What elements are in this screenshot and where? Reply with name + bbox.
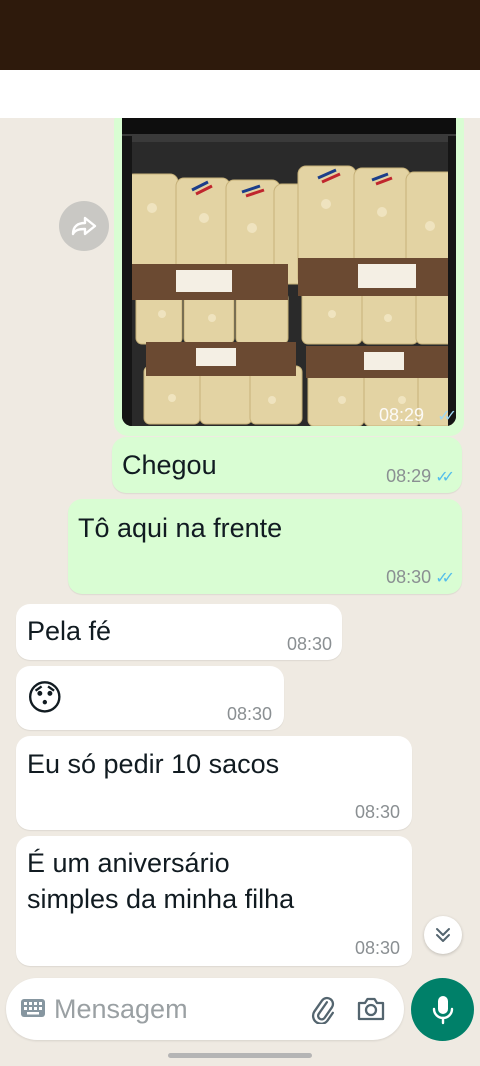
message-time: 08:29 <box>386 466 432 486</box>
read-ticks-icon: ✓✓ <box>435 468 455 486</box>
message-bubble-incoming[interactable]: É um aniversário simples da minha filha … <box>16 836 412 966</box>
popcorn-bags-photo[interactable] <box>122 118 456 426</box>
message-time: 08:30 <box>226 704 272 724</box>
emoji-surprised-icon: 😯 <box>26 677 64 718</box>
message-text: Chegou <box>122 450 217 480</box>
message-time: 08:30 <box>286 634 332 654</box>
message-bubble-outgoing[interactable]: Chegou 08:29 ✓✓ <box>112 437 462 493</box>
status-bar <box>0 0 480 70</box>
message-meta: 08:30 <box>227 704 272 725</box>
message-meta: 08:30 <box>355 938 400 959</box>
message-meta: 08:29 ✓✓ <box>386 466 455 487</box>
message-text-line-1: É um aniversário <box>27 848 230 878</box>
image-time: 08:29 <box>378 405 424 425</box>
message-text-line-2: simples da minha filha <box>27 884 295 914</box>
chevron-double-down-icon <box>436 928 450 942</box>
read-ticks-icon: ✓✓ <box>435 569 455 587</box>
image-message[interactable]: 08:29 ✓✓ <box>114 118 464 436</box>
forward-button[interactable] <box>59 201 109 251</box>
message-bubble-incoming[interactable]: Eu só pedir 10 sacos 08:30 <box>16 736 412 830</box>
message-text: Tô aqui na frente <box>78 513 283 543</box>
message-bubble-outgoing[interactable]: Tô aqui na frente 08:30 ✓✓ <box>68 499 462 594</box>
microphone-icon <box>432 995 453 1024</box>
mic-button[interactable] <box>411 978 474 1041</box>
message-composer <box>6 978 404 1040</box>
message-text: Pela fé <box>27 616 112 646</box>
message-time: 08:30 <box>386 567 432 587</box>
message-bubble-incoming[interactable]: 😯 08:30 <box>16 666 284 730</box>
read-ticks-icon: ✓✓ <box>437 408 457 425</box>
camera-icon[interactable] <box>356 995 386 1023</box>
message-text: Eu só pedir 10 sacos <box>27 749 280 779</box>
home-indicator[interactable] <box>168 1053 312 1058</box>
paperclip-icon[interactable] <box>308 994 338 1024</box>
message-time: 08:30 <box>354 938 400 958</box>
forward-icon <box>71 216 97 236</box>
chat-header <box>0 70 480 118</box>
chat-area[interactable]: 08:29 ✓✓ Chegou 08:29 ✓✓ Tô aqui na fren… <box>0 118 480 976</box>
message-meta: 08:30 <box>287 634 332 655</box>
message-bubble-incoming[interactable]: Pela fé 08:30 <box>16 604 342 660</box>
scroll-to-bottom-button[interactable] <box>424 916 462 954</box>
message-input[interactable] <box>54 990 294 1028</box>
message-meta: 08:30 <box>355 802 400 823</box>
message-meta: 08:30 ✓✓ <box>386 567 455 588</box>
message-time: 08:30 <box>354 802 400 822</box>
keyboard-icon[interactable] <box>20 998 46 1018</box>
